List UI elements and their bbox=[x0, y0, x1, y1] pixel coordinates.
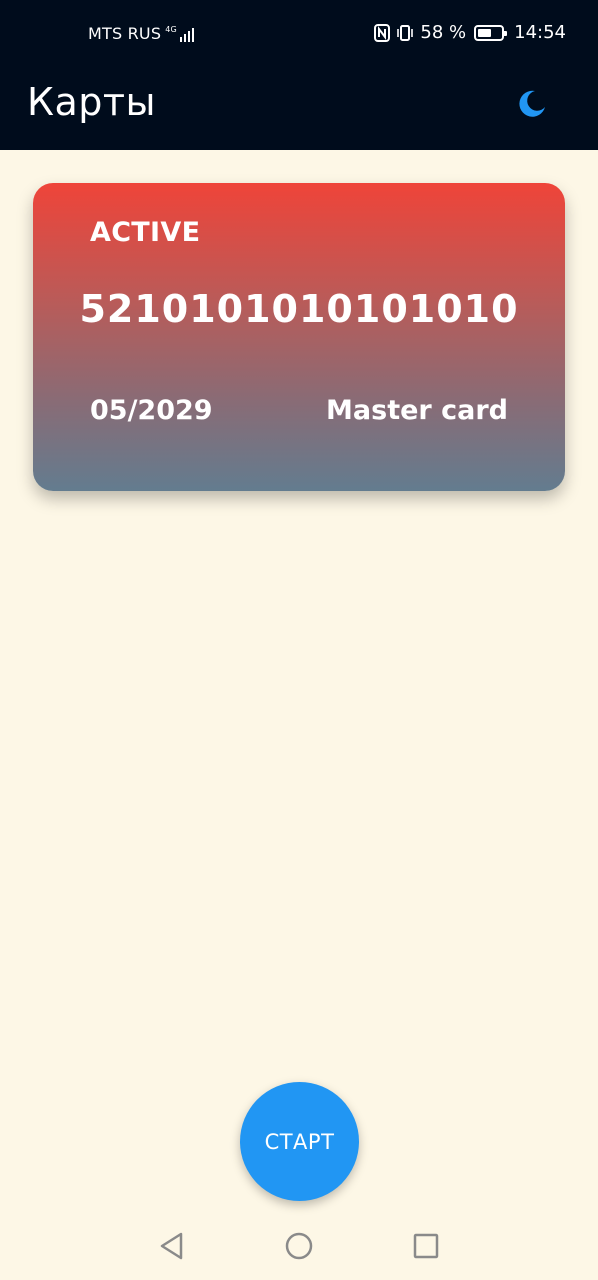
network-type: 4G bbox=[165, 24, 177, 34]
card-number: 5210101010101010 bbox=[79, 287, 519, 331]
back-icon bbox=[160, 1232, 183, 1260]
home-icon bbox=[285, 1232, 313, 1260]
card-expiry: 05/2029 bbox=[90, 395, 213, 426]
status-indicators: 58 % 14:54 bbox=[374, 22, 566, 43]
card-status: ACTIVE bbox=[90, 217, 201, 248]
battery-percent: 58 % bbox=[420, 22, 467, 43]
system-navigation-bar bbox=[0, 1212, 598, 1280]
start-button[interactable]: СТАРТ bbox=[240, 1082, 359, 1201]
theme-toggle-button[interactable] bbox=[512, 84, 552, 124]
nfc-icon bbox=[374, 23, 391, 42]
app-bar: Карты bbox=[0, 62, 598, 150]
clock: 14:54 bbox=[514, 22, 566, 43]
moon-icon bbox=[519, 90, 545, 117]
nav-recents-button[interactable] bbox=[410, 1230, 442, 1262]
vibrate-icon bbox=[396, 24, 414, 42]
carrier-name: MTS RUS bbox=[88, 24, 162, 43]
status-bar: MTS RUS 4G 58 % 14:54 bbox=[0, 0, 598, 62]
card-brand: Master card bbox=[326, 395, 508, 426]
nav-back-button[interactable] bbox=[155, 1230, 187, 1262]
signal-icon bbox=[180, 26, 195, 42]
recents-icon bbox=[413, 1233, 439, 1259]
nav-home-button[interactable] bbox=[283, 1230, 315, 1262]
carrier-info: MTS RUS 4G bbox=[88, 24, 195, 43]
page-title: Карты bbox=[27, 80, 157, 124]
battery-icon bbox=[474, 24, 508, 41]
bank-card[interactable]: ACTIVE 5210101010101010 05/2029 Master c… bbox=[33, 183, 565, 491]
